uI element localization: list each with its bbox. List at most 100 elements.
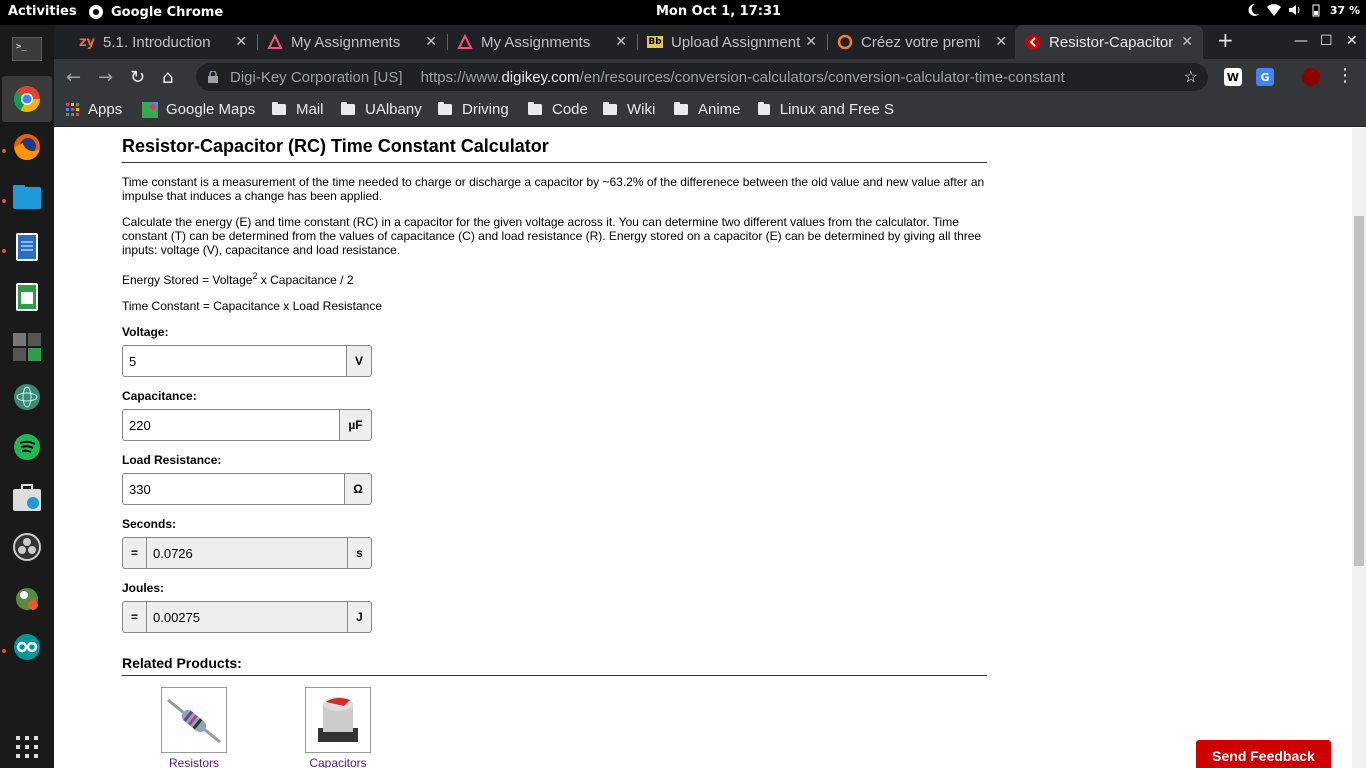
related-products-heading: Related Products: bbox=[122, 655, 987, 676]
tab-openclassrooms[interactable]: Créez votre premi ✕ bbox=[827, 25, 1017, 59]
dock-obs[interactable] bbox=[8, 528, 46, 566]
resistance-field: Ω bbox=[122, 473, 372, 505]
scrollbar-thumb[interactable] bbox=[1354, 216, 1364, 566]
voltage-input[interactable] bbox=[123, 346, 346, 376]
resistance-label: Load Resistance: bbox=[122, 453, 222, 467]
dock-arduino[interactable] bbox=[8, 628, 46, 666]
files-icon bbox=[13, 185, 41, 209]
tab-upload-assignment[interactable]: Bb Upload Assignment ✕ bbox=[637, 25, 827, 59]
capacitance-input[interactable] bbox=[123, 410, 339, 440]
minimize-button[interactable]: — bbox=[1294, 33, 1308, 49]
bookmark-mail[interactable]: Mail bbox=[272, 101, 324, 118]
bookmark-code[interactable]: Code bbox=[528, 101, 588, 118]
browser-toolbar: ← → ↻ ⌂ Digi-Key Corporation [US] https:… bbox=[54, 59, 1366, 95]
battery-percent: 37 % bbox=[1329, 3, 1360, 17]
bookmark-ualbany[interactable]: UAlbany bbox=[341, 101, 422, 118]
dock-gimp[interactable] bbox=[8, 578, 46, 616]
related-products: Resistors Capacitors bbox=[122, 676, 987, 768]
app-menu[interactable]: Google Chrome bbox=[88, 4, 223, 20]
tab-resistor-capacitor[interactable]: Resistor-Capacitor ✕ bbox=[1015, 25, 1203, 59]
folder-icon bbox=[272, 102, 286, 115]
bookmark-linux[interactable]: Linux and Free S bbox=[758, 101, 894, 118]
wikipedia-extension-icon[interactable]: W bbox=[1224, 68, 1242, 86]
capacitors-link[interactable]: Capacitors bbox=[305, 756, 371, 768]
chrome-icon bbox=[89, 5, 103, 19]
forward-button[interactable]: → bbox=[98, 67, 113, 88]
chrome-icon bbox=[13, 86, 41, 113]
maximize-button[interactable]: ☐ bbox=[1320, 33, 1333, 49]
product-capacitors[interactable]: Capacitors bbox=[305, 687, 371, 768]
night-light-icon bbox=[1248, 3, 1259, 16]
close-icon[interactable]: ✕ bbox=[805, 34, 817, 50]
resistance-unit[interactable]: Ω bbox=[344, 474, 371, 504]
bookmark-wiki[interactable]: Wiki bbox=[603, 101, 655, 118]
mastery-icon bbox=[267, 34, 283, 50]
tab-zybooks[interactable]: zy 5.1. Introduction ✕ bbox=[69, 25, 257, 59]
tab-my-assignments-1[interactable]: My Assignments ✕ bbox=[257, 25, 447, 59]
bookmark-google-maps[interactable]: Google Maps bbox=[142, 101, 255, 118]
zybooks-icon: zy bbox=[78, 34, 96, 50]
joules-field: = J bbox=[122, 601, 372, 633]
blackboard-icon: Bb bbox=[647, 36, 663, 48]
resistance-input[interactable] bbox=[123, 474, 344, 504]
dock-show-apps[interactable] bbox=[8, 728, 46, 766]
menu-kebab-icon[interactable]: ⋮ bbox=[1336, 65, 1354, 86]
joules-output[interactable] bbox=[147, 602, 347, 632]
close-window-button[interactable]: ✕ bbox=[1346, 33, 1358, 49]
clock[interactable]: Mon Oct 1, 17:31 bbox=[656, 4, 781, 19]
resistor-image[interactable] bbox=[161, 687, 227, 753]
dock-firefox[interactable] bbox=[8, 128, 46, 166]
software-icon bbox=[13, 484, 41, 511]
seconds-output[interactable] bbox=[147, 538, 347, 568]
bookmark-apps[interactable]: Apps bbox=[66, 101, 122, 118]
dock-atom[interactable] bbox=[8, 378, 46, 416]
dock-chrome[interactable] bbox=[2, 76, 52, 122]
tab-title: Resistor-Capacitor bbox=[1049, 33, 1174, 51]
new-tab-button[interactable]: + bbox=[1217, 28, 1234, 52]
bookmark-anime[interactable]: Anime bbox=[674, 101, 741, 118]
close-icon[interactable]: ✕ bbox=[1181, 34, 1193, 50]
dock-software[interactable] bbox=[8, 478, 46, 516]
intro-paragraph: Time constant is a measurement of the ti… bbox=[122, 175, 985, 203]
obs-icon bbox=[13, 533, 41, 561]
back-button[interactable]: ← bbox=[66, 67, 81, 88]
folder-icon bbox=[758, 102, 770, 115]
terminal-icon: >_ bbox=[12, 37, 42, 61]
tab-title: Upload Assignment bbox=[671, 33, 801, 51]
close-icon[interactable]: ✕ bbox=[995, 34, 1007, 50]
url-text: https://www.digikey.com/en/resources/con… bbox=[420, 68, 1065, 86]
send-feedback-button[interactable]: Send Feedback bbox=[1196, 740, 1331, 768]
close-icon[interactable]: ✕ bbox=[425, 34, 437, 50]
reload-button[interactable]: ↻ bbox=[130, 67, 145, 88]
tab-title: 5.1. Introduction bbox=[103, 33, 211, 51]
home-button[interactable]: ⌂ bbox=[162, 67, 173, 88]
resistors-link[interactable]: Resistors bbox=[161, 756, 227, 768]
dock-files[interactable] bbox=[8, 178, 46, 216]
dock-calculator[interactable] bbox=[8, 328, 46, 366]
system-tray[interactable]: 37 % bbox=[1246, 3, 1360, 17]
folder-icon bbox=[603, 102, 617, 115]
calc-sheet-icon bbox=[16, 283, 38, 311]
capacitance-unit[interactable]: µF bbox=[339, 410, 371, 440]
folder-icon bbox=[674, 102, 688, 115]
dock-sheets[interactable] bbox=[8, 278, 46, 316]
tab-my-assignments-2[interactable]: My Assignments ✕ bbox=[447, 25, 637, 59]
bookmark-driving[interactable]: Driving bbox=[438, 101, 509, 118]
capacitor-image[interactable] bbox=[305, 687, 371, 753]
dock-spotify[interactable] bbox=[8, 428, 46, 466]
close-icon[interactable]: ✕ bbox=[235, 34, 247, 50]
product-resistors[interactable]: Resistors bbox=[161, 687, 227, 768]
page-scrollbar[interactable] bbox=[1352, 128, 1366, 768]
profile-avatar[interactable] bbox=[1302, 68, 1320, 86]
joules-unit: J bbox=[347, 602, 371, 632]
dock-terminal[interactable]: >_ bbox=[8, 30, 46, 68]
firefox-icon bbox=[14, 134, 40, 161]
volume-icon bbox=[1288, 5, 1300, 15]
translate-extension-icon[interactable]: G bbox=[1256, 68, 1274, 86]
close-icon[interactable]: ✕ bbox=[615, 34, 627, 50]
bookmark-star-icon[interactable]: ☆ bbox=[1184, 67, 1198, 87]
dock-writer[interactable] bbox=[8, 228, 46, 266]
address-bar[interactable]: Digi-Key Corporation [US] https://www.di… bbox=[196, 63, 1208, 91]
seconds-unit: s bbox=[347, 538, 371, 568]
activities-button[interactable]: Activities bbox=[8, 4, 77, 19]
